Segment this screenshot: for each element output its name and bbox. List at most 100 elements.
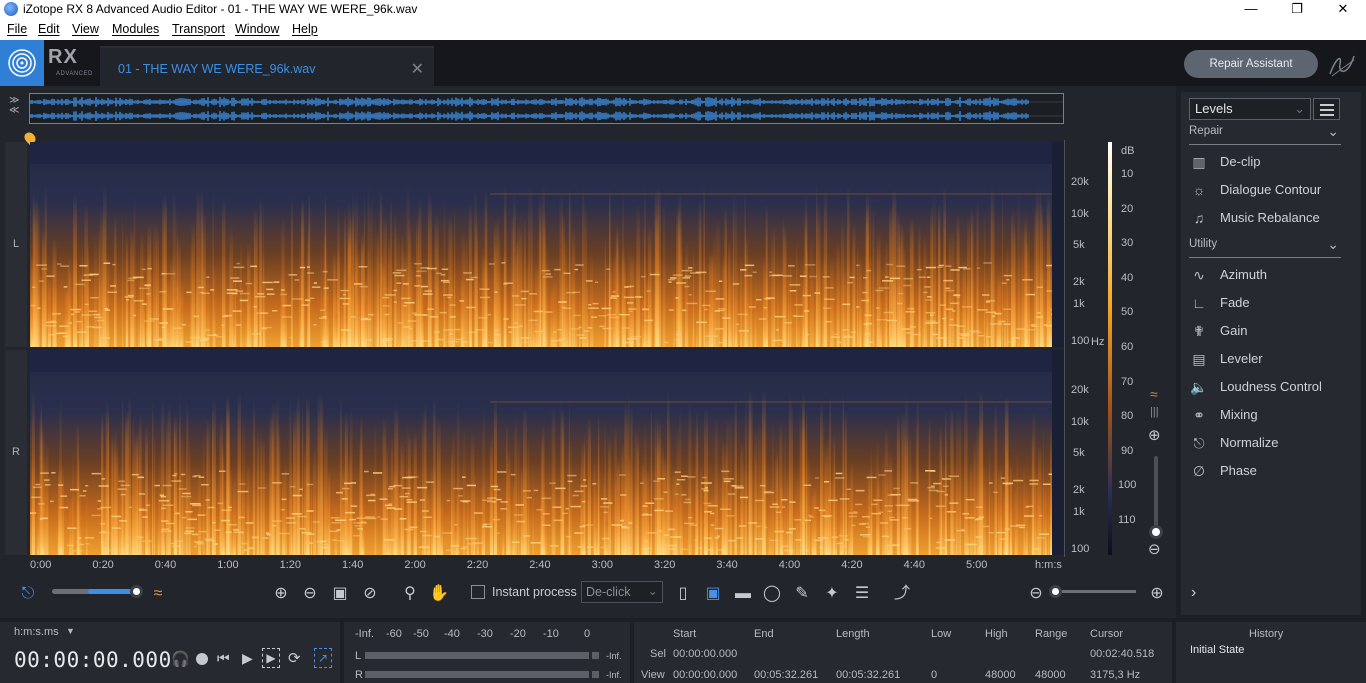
history-item[interactable]: Initial State	[1190, 644, 1244, 656]
zoom-out-vertical-icon[interactable]: ⊖	[1148, 540, 1161, 558]
play-selection-icon[interactable]: ▶	[262, 648, 280, 668]
zoom-tool-icon[interactable]: ⚲	[399, 583, 421, 605]
instant-process-checkbox[interactable]	[471, 585, 485, 599]
close-icon[interactable]: ✕	[1320, 0, 1366, 19]
lasso-icon[interactable]: ◯	[761, 583, 783, 605]
time-label: 5:00	[966, 559, 988, 571]
zoom-out-icon[interactable]: ⊖	[299, 583, 321, 605]
waveform-overview[interactable]: ≫ ≪	[0, 86, 1176, 130]
vertical-zoom-slider[interactable]	[1154, 456, 1158, 536]
menu-file[interactable]: File	[7, 22, 27, 36]
sel-start[interactable]: 00:00:00.000	[673, 648, 737, 660]
repair-assistant-button[interactable]: Repair Assistant	[1184, 50, 1318, 78]
chevron-down-icon[interactable]: ▼	[66, 626, 75, 636]
time-axis: 0:00 0:20 0:40 1:00 1:20 1:40 2:00 2:20 2:40 3:00…	[0, 557, 1176, 575]
zoom-out-horizontal-icon[interactable]: ⊖	[1025, 583, 1047, 605]
section-utility[interactable]: Utility ⌄	[1189, 236, 1341, 258]
headphones-icon[interactable]: 🎧	[171, 650, 190, 668]
time-label: 2:40	[529, 559, 551, 571]
module-mixing[interactable]: ⚭ Mixing	[1189, 403, 1349, 427]
spectrogram-left[interactable]	[30, 142, 1064, 347]
tab-file[interactable]: 01 - THE WAY WE WERE_96k.wav ✕	[100, 46, 434, 86]
menu-edit[interactable]: Edit	[38, 22, 60, 36]
play-icon[interactable]: ▶	[242, 650, 253, 667]
menu-window[interactable]: Window	[235, 22, 279, 36]
vertical-zoom-handle[interactable]	[1149, 525, 1163, 539]
horizontal-zoom-handle[interactable]	[1049, 585, 1062, 598]
module-list-select[interactable]: Levels ⌄	[1189, 98, 1311, 120]
menu-modules[interactable]: Modules	[112, 22, 159, 36]
menu-help[interactable]: Help	[292, 22, 318, 36]
view-end[interactable]: 00:05:32.261	[754, 669, 818, 681]
zoom-in-vertical-icon[interactable]: ⊕	[1148, 426, 1161, 444]
time-frequency-selection-icon[interactable]: ▣	[702, 583, 724, 605]
time-selection-icon[interactable]: ▯	[672, 583, 694, 605]
spectrogram-right[interactable]	[30, 350, 1064, 555]
view-low[interactable]: 0	[931, 669, 937, 681]
zoom-fit-icon[interactable]: ⊘	[359, 583, 381, 605]
record-icon[interactable]	[196, 653, 208, 665]
signature-icon	[1329, 55, 1355, 77]
current-time: 00:00:00.000	[14, 648, 172, 672]
maximize-icon[interactable]: ❐	[1274, 0, 1320, 19]
view-length[interactable]: 00:05:32.261	[836, 669, 900, 681]
time-label: 1:20	[279, 559, 302, 571]
module-dialogue-contour[interactable]: ☼ Dialogue Contour	[1189, 178, 1349, 202]
opacity-slider[interactable]	[52, 589, 138, 594]
frequency-selection-icon[interactable]: ▬	[732, 583, 754, 605]
view-high[interactable]: 48000	[985, 669, 1016, 681]
view-start[interactable]: 00:00:00.000	[673, 669, 737, 681]
frequency-axis: 20k 10k 5k 2k 1k 100 Hz 20k 10k 5k 2k 1k…	[1064, 140, 1108, 557]
minimize-icon[interactable]: —	[1228, 0, 1274, 19]
process-select[interactable]: De-click ⌄	[581, 581, 663, 603]
module-declip[interactable]: ▥ De-clip	[1189, 150, 1349, 174]
module-leveler[interactable]: ▤ Leveler	[1189, 347, 1349, 371]
waveform-toggle-icon[interactable]: ⎋	[17, 583, 39, 605]
module-menu-button[interactable]	[1313, 98, 1340, 120]
module-fade[interactable]: ∟ Fade	[1189, 291, 1349, 315]
channel-left-label[interactable]: L	[5, 142, 27, 347]
zoom-in-horizontal-icon[interactable]: ⊕	[1146, 583, 1168, 605]
view-range[interactable]: 48000	[1035, 669, 1066, 681]
horizontal-zoom-slider[interactable]	[1052, 590, 1136, 593]
tab-close-icon[interactable]: ✕	[411, 59, 424, 79]
expand-panel-icon[interactable]: ›	[1191, 584, 1196, 602]
module-music-rebalance[interactable]: ♫ Music Rebalance	[1189, 206, 1349, 230]
tab-bar: RX ADVANCED 01 - THE WAY WE WERE_96k.wav…	[0, 40, 1366, 86]
chevron-down-icon: ⌄	[647, 584, 658, 598]
spectrogram-toggle-icon[interactable]: ≈	[147, 583, 169, 605]
module-phase[interactable]: ∅ Phase	[1189, 459, 1349, 483]
zoom-in-icon[interactable]: ⊕	[270, 583, 292, 605]
skip-back-icon[interactable]: ⏮	[217, 650, 230, 667]
magic-wand-icon[interactable]: ✦	[821, 583, 843, 605]
follow-playback-icon[interactable]: ↗	[314, 648, 332, 668]
menu-transport[interactable]: Transport	[172, 22, 225, 36]
channel-right-label[interactable]: R	[5, 350, 27, 555]
opacity-slider-handle[interactable]	[130, 585, 143, 598]
meter-right-clip[interactable]	[592, 671, 599, 678]
section-repair[interactable]: Repair ⌄	[1189, 123, 1341, 145]
title-bar: iZotope RX 8 Advanced Audio Editor - 01 …	[0, 0, 1366, 19]
zoom-selection-icon[interactable]: ▣	[329, 583, 351, 605]
module-normalize[interactable]: ⎋ Normalize	[1189, 431, 1349, 455]
loop-icon[interactable]: ⟳	[288, 649, 301, 667]
overview-waveform	[29, 97, 1063, 121]
menu-view[interactable]: View	[72, 22, 99, 36]
meter-left-clip[interactable]	[592, 652, 599, 659]
time-format-select[interactable]: h:m:s.ms	[14, 626, 59, 638]
module-azimuth[interactable]: ∿ Azimuth	[1189, 263, 1349, 287]
module-loudness-control[interactable]: 🔈 Loudness Control	[1189, 375, 1349, 399]
spectrogram-toolbar: ⎋ ≈ ⊕ ⊖ ▣ ⊘ ⚲ ✋ Instant process De-click…	[0, 575, 1176, 618]
waveform-view-icon[interactable]: |||	[1150, 406, 1159, 418]
time-label: 0:20	[92, 559, 114, 571]
collapse-icon[interactable]: ≫ ≪	[9, 96, 19, 116]
hand-tool-icon[interactable]: ✋	[428, 583, 450, 605]
overview-box[interactable]	[29, 93, 1064, 124]
harmonic-select-icon[interactable]: ☰	[851, 583, 873, 605]
spectrogram-area[interactable]: L R 20k 10k 5k 2k 1k 100 Hz 20k 10k 5k 2…	[0, 130, 1176, 558]
brush-icon[interactable]: ✎	[791, 583, 813, 605]
time-label: 1:00	[217, 559, 239, 571]
gain-curve-icon[interactable]: ⤴	[891, 583, 913, 605]
spectrogram-view-icon[interactable]: ≈	[1150, 386, 1158, 402]
module-gain[interactable]: ✟ Gain	[1189, 319, 1349, 343]
